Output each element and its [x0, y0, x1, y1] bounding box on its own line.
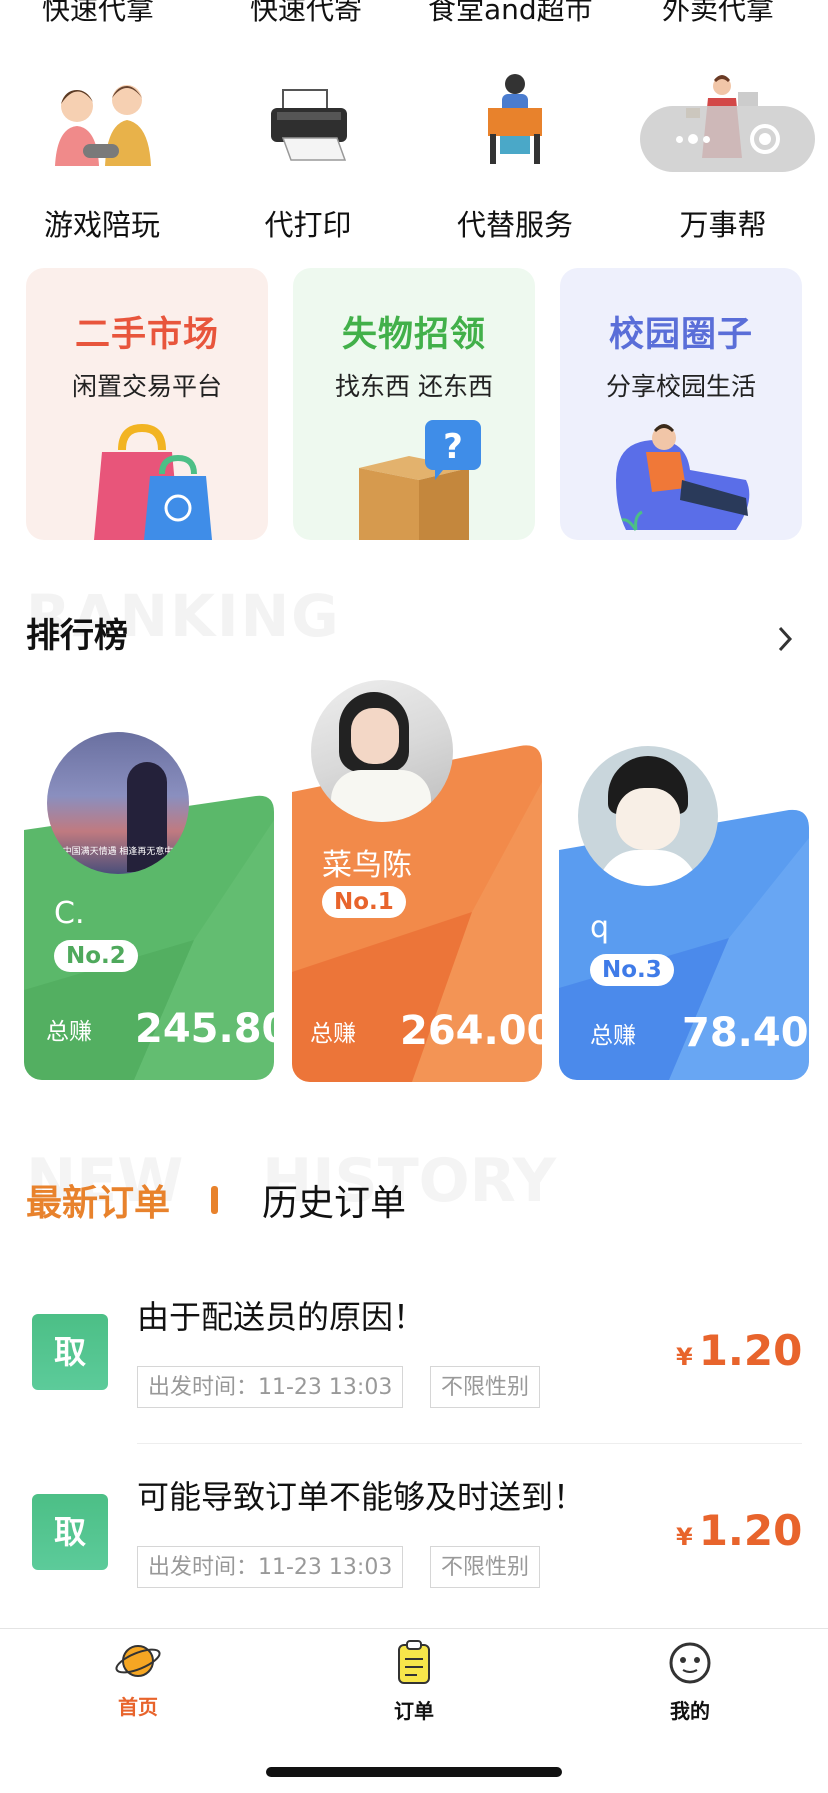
top-service-takeout[interactable]: 外卖代拿 [662, 0, 774, 28]
service-gaming[interactable]: 游戏陪玩 [12, 68, 192, 244]
rank-name: 菜鸟陈 [322, 848, 412, 883]
top-service-express-send[interactable]: 快速代寄 [250, 0, 362, 28]
substitute-service-icon [460, 68, 570, 178]
service-gaming-label: 游戏陪玩 [43, 208, 160, 242]
feature-subtitle: 闲置交易平台 [71, 372, 222, 401]
rank-total-label: 总赚 [590, 1023, 636, 1049]
nav-home-label: 首页 [118, 1695, 158, 1719]
currency-symbol: ¥ [676, 1343, 693, 1371]
top-service-express-pickup[interactable]: 快速代拿 [42, 0, 154, 28]
service-substitute[interactable]: 代替服务 [425, 68, 605, 244]
rank-name: q [590, 910, 610, 945]
feature-title: 失物招领 [341, 315, 486, 355]
tab-active-indicator [211, 1186, 218, 1214]
chevron-right-icon[interactable] [772, 624, 798, 654]
printer-icon [253, 68, 363, 178]
feature-title: 二手市场 [74, 315, 219, 355]
avatar-rank-2: 中国满天情遇 相逢再无意中 [47, 732, 189, 874]
feature-card-secondhand[interactable]: 二手市场 闲置交易平台 [26, 268, 268, 540]
clipboard-icon [398, 1640, 430, 1684]
close-target-icon[interactable] [749, 124, 780, 154]
feature-card-campus-circle[interactable]: 校园圈子 分享校园生活 [560, 268, 802, 540]
feature-title: 校园圈子 [608, 315, 753, 355]
shopping-bags-icon [94, 423, 212, 540]
feature-subtitle: 找东西 还东西 [335, 372, 493, 401]
order-price: ¥1.20 [676, 1326, 802, 1375]
rank-amount: 78.40 [682, 1010, 809, 1056]
order-gender-tag: 不限性别 [430, 1546, 541, 1588]
mini-program-capsule[interactable] [640, 106, 815, 172]
top-service-canteen[interactable]: 食堂and超市 [428, 0, 593, 28]
rank-badge: No.1 [322, 886, 406, 918]
order-title: 由于配送员的原因！ [137, 1298, 426, 1336]
tab-history-orders[interactable]: 历史订单 [262, 1174, 406, 1226]
planet-icon [115, 1645, 161, 1677]
nav-orders[interactable]: 订单 [354, 1639, 474, 1724]
order-pickup-badge: 取 [32, 1494, 108, 1570]
box-question-icon: ? [359, 420, 481, 540]
more-dots-icon[interactable] [675, 134, 710, 144]
feature-subtitle: 分享校园生活 [605, 372, 756, 401]
rank-badge: No.3 [590, 954, 674, 986]
rank-name: C. [54, 896, 85, 931]
nav-mine-label: 我的 [670, 1699, 710, 1723]
ranking-title: 排行榜 [26, 616, 128, 656]
order-title: 可能导致订单不能够及时送到！ [137, 1478, 586, 1516]
nav-orders-label: 订单 [394, 1699, 434, 1723]
rank-total-label: 总赚 [310, 1021, 356, 1047]
rank-amount: 245.80 [135, 1006, 290, 1052]
service-helper-label: 万事帮 [679, 208, 767, 242]
price-value: 1.20 [698, 1506, 803, 1555]
service-print[interactable]: 代打印 [218, 68, 398, 244]
person-on-sofa-icon [616, 424, 750, 531]
gaming-companions-icon [47, 68, 157, 178]
home-indicator [266, 1767, 562, 1777]
order-gender-tag: 不限性别 [430, 1366, 541, 1408]
rank-total-label: 总赚 [46, 1019, 92, 1045]
currency-symbol: ¥ [676, 1523, 693, 1551]
price-value: 1.20 [698, 1326, 803, 1375]
nav-home[interactable]: 首页 [78, 1639, 198, 1720]
avatar-rank-3 [578, 746, 718, 886]
rank-amount: 264.00 [400, 1008, 555, 1054]
top-service-row: 快速代拿 快速代寄 食堂and超市 外卖代拿 [0, 0, 828, 28]
order-price: ¥1.20 [676, 1506, 802, 1555]
service-substitute-label: 代替服务 [456, 208, 573, 242]
svg-text:?: ? [443, 427, 463, 467]
nav-mine[interactable]: 我的 [630, 1639, 750, 1724]
order-divider [137, 1443, 802, 1444]
tab-new-orders[interactable]: 最新订单 [26, 1174, 170, 1226]
order-departure-time: 出发时间：11-23 13:03 [137, 1546, 404, 1588]
avatar-caption: 中国满天情遇 相逢再无意中 [62, 847, 174, 857]
order-pickup-badge: 取 [32, 1314, 108, 1390]
feature-card-lost-found[interactable]: 失物招领 找东西 还东西 ? [293, 268, 535, 540]
avatar-rank-1 [311, 680, 453, 822]
service-print-label: 代打印 [264, 208, 352, 242]
rank-badge: No.2 [54, 940, 138, 972]
order-departure-time: 出发时间：11-23 13:03 [137, 1366, 404, 1408]
smiley-face-icon [669, 1642, 711, 1684]
